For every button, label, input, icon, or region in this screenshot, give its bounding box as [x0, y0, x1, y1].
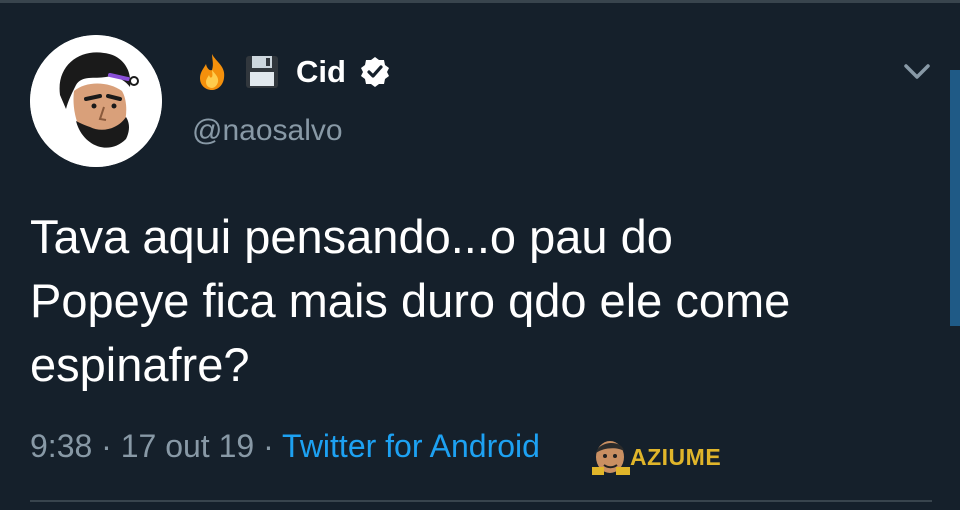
meta-separator: · — [263, 428, 274, 464]
watermark-text: AZIUME — [630, 443, 722, 470]
verified-badge-icon — [360, 57, 389, 87]
bottom-divider — [30, 500, 932, 502]
tweet-time[interactable]: 9:38 — [30, 428, 92, 464]
tweet-metadata: 9:38 · 17 out 19 · Twitter for Android — [30, 428, 540, 465]
meta-separator: · — [101, 428, 112, 464]
author-name-row[interactable]: Cid — [192, 50, 392, 94]
watermark-face-icon — [592, 441, 630, 475]
top-divider — [0, 0, 960, 3]
scrollbar[interactable] — [950, 70, 960, 326]
author-display-name[interactable]: Cid — [296, 54, 346, 90]
tweet-date[interactable]: 17 out 19 — [121, 428, 254, 464]
avatar[interactable] — [30, 35, 162, 167]
tweet-text: Tava aqui pensando...o pau do Popeye fic… — [30, 210, 791, 391]
floppy-disk-icon — [246, 56, 278, 88]
chevron-down-icon[interactable] — [900, 56, 934, 86]
fire-icon — [200, 54, 225, 90]
watermark: AZIUME — [590, 437, 721, 477]
avatar-illustration — [30, 35, 162, 167]
tweet-source-link[interactable]: Twitter for Android — [282, 428, 540, 464]
author-handle[interactable]: @naosalvo — [192, 114, 343, 148]
